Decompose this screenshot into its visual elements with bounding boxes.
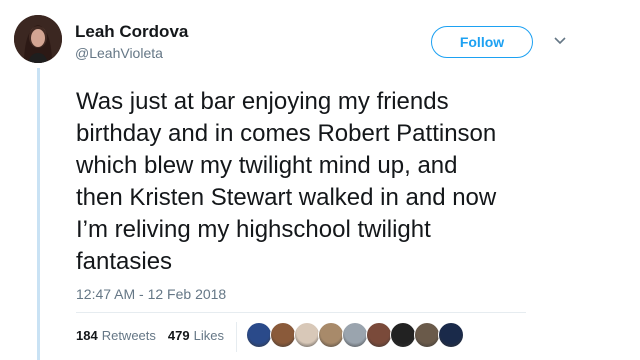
tweet-timestamp[interactable]: 12:47 AM - 12 Feb 2018 bbox=[76, 286, 226, 302]
liker-avatar[interactable] bbox=[246, 322, 272, 348]
likes-label: Likes bbox=[193, 328, 224, 343]
liker-avatar[interactable] bbox=[366, 322, 392, 348]
retweets-stat[interactable]: 184 Retweets bbox=[76, 328, 156, 343]
likes-stat[interactable]: 479 Likes bbox=[168, 328, 224, 343]
liker-avatars bbox=[246, 322, 464, 350]
divider bbox=[76, 312, 526, 313]
liker-avatar[interactable] bbox=[390, 322, 416, 348]
stats-divider bbox=[236, 322, 237, 352]
liker-avatar[interactable] bbox=[414, 322, 440, 348]
retweets-count: 184 bbox=[76, 328, 98, 343]
liker-avatar[interactable] bbox=[342, 322, 368, 348]
chevron-down-icon[interactable] bbox=[553, 36, 567, 46]
author-name[interactable]: Leah Cordova bbox=[75, 22, 188, 42]
tweet-stats: 184 Retweets 479 Likes bbox=[76, 328, 224, 343]
liker-avatar[interactable] bbox=[294, 322, 320, 348]
retweets-label: Retweets bbox=[101, 328, 156, 343]
tweet-text: Was just at bar enjoying my friends birt… bbox=[76, 88, 497, 275]
author-handle[interactable]: @LeahVioleta bbox=[75, 45, 163, 61]
thread-line bbox=[37, 68, 40, 360]
profile-photo-avatar bbox=[14, 15, 62, 63]
liker-avatar[interactable] bbox=[318, 322, 344, 348]
liker-avatar[interactable] bbox=[438, 322, 464, 348]
follow-button[interactable]: Follow bbox=[431, 26, 533, 58]
author-avatar[interactable] bbox=[14, 15, 62, 63]
liker-avatar[interactable] bbox=[270, 322, 296, 348]
likes-count: 479 bbox=[167, 328, 190, 343]
